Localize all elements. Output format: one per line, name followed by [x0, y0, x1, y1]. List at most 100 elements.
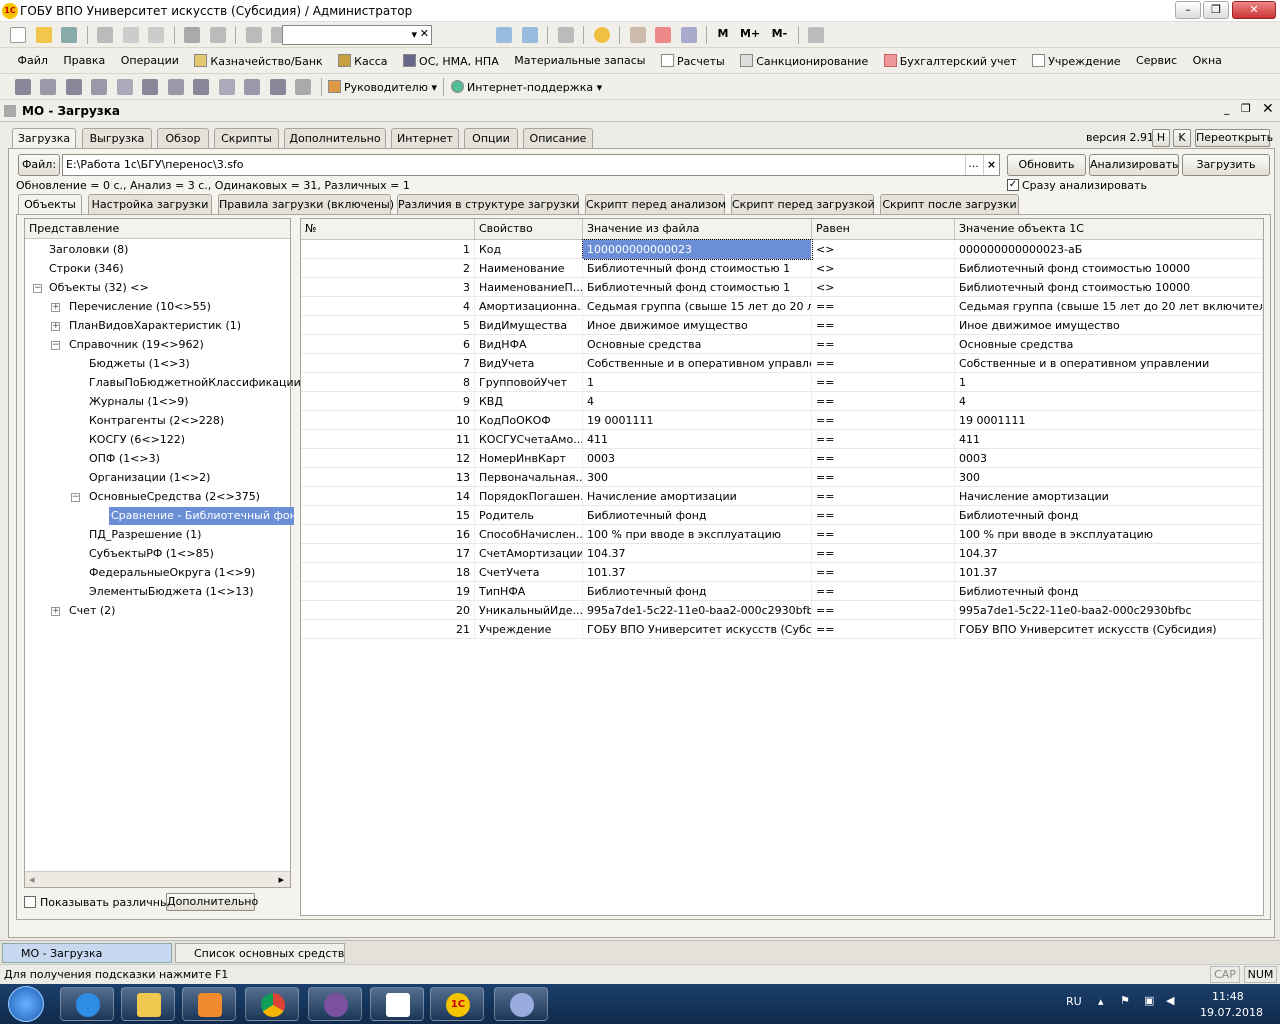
scroll-right-icon[interactable]: ▸ [278, 873, 284, 886]
tree-node[interactable]: СубъектыРФ (1<>85) [89, 545, 214, 563]
print-icon[interactable] [184, 27, 200, 43]
menu-file[interactable]: Файл [12, 48, 54, 67]
reopen-button[interactable]: Переоткрыть [1195, 129, 1273, 147]
table-row[interactable]: 15 Родитель Библиотечный фонд == Библиотечны… [301, 506, 1263, 525]
tab-overview[interactable]: Обзор [157, 128, 209, 148]
report-icon[interactable] [14, 79, 31, 95]
paste-icon[interactable] [148, 27, 164, 43]
taskbar-ie[interactable] [60, 987, 114, 1021]
subtab-objects[interactable]: Объекты [18, 194, 82, 216]
tree-node[interactable]: ГлавыПоБюджетнойКлассификации (1<> [89, 374, 334, 392]
support-menu[interactable]: Интернет-поддержка ▾ [450, 74, 602, 94]
tree-node[interactable]: ЭлементыБюджета (1<>13) [89, 583, 254, 601]
new-doc-icon[interactable] [10, 27, 26, 43]
find-prev-icon[interactable] [521, 27, 538, 43]
refresh-button[interactable]: Обновить [1007, 154, 1086, 176]
tree-node[interactable]: КОСГУ (6<>122) [89, 431, 185, 449]
maximize-button[interactable]: ❐ [1203, 1, 1229, 19]
table-row[interactable]: 5 ВидИмущества Иное движимое имущество == Ин… [301, 316, 1263, 335]
form-close-button[interactable]: ✕ [1262, 101, 1274, 117]
table-row[interactable]: 10 КодПоОКОФ 19 0001111 == 19 0001111 [301, 411, 1263, 430]
manager-menu[interactable]: Руководителю ▾ [328, 74, 437, 94]
properties-grid[interactable]: № Свойство Значение из файла Равен Значе… [300, 218, 1264, 916]
tab-additional[interactable]: Дополнительно [284, 128, 386, 148]
memory-subtract-button[interactable]: M- [772, 22, 788, 40]
collapse-icon[interactable]: − [71, 493, 80, 502]
tab-load[interactable]: Загрузка [12, 128, 76, 150]
menu-sanction[interactable]: Санкционирование [734, 48, 874, 68]
volume-icon[interactable]: ◀ [1166, 994, 1174, 1007]
col-number[interactable]: № [301, 219, 475, 240]
memory-button[interactable]: M [718, 22, 729, 40]
clock-time[interactable]: 11:48 [1212, 990, 1244, 1003]
calculator-icon[interactable] [629, 27, 646, 43]
expand-icon[interactable]: + [51, 607, 60, 616]
clear-file-button[interactable]: × [983, 155, 999, 175]
col-property[interactable]: Свойство [475, 219, 583, 240]
tree-node[interactable]: ПланВидовХарактеристик (1) [69, 317, 241, 335]
collapse-icon[interactable]: − [33, 284, 42, 293]
form-maximize-button[interactable]: ❐ [1241, 102, 1251, 115]
report-icon[interactable] [40, 79, 56, 95]
load-button[interactable]: Загрузить [1182, 154, 1270, 176]
expand-icon[interactable]: + [51, 303, 60, 312]
undo-icon[interactable] [245, 27, 262, 43]
clipboard-icon[interactable] [680, 27, 697, 43]
table-row[interactable]: 19 ТипНФА Библиотечный фонд == Библиотечный … [301, 582, 1263, 601]
report-icon[interactable] [142, 79, 158, 95]
tab-options[interactable]: Опции [464, 128, 518, 148]
search-input[interactable]: ▾ ✕ [282, 25, 432, 45]
table-row[interactable]: 13 Первоначальная... 300 == 300 [301, 468, 1263, 487]
clear-icon[interactable]: ✕ [420, 27, 429, 40]
tree-node[interactable]: Бюджеты (1<>3) [89, 355, 190, 373]
tab-internet[interactable]: Интернет [391, 128, 459, 148]
menu-settlements[interactable]: Расчеты [655, 48, 731, 68]
tree-node[interactable]: Организации (1<>2) [89, 469, 210, 487]
table-row[interactable]: 20 УникальныйИде... 995a7de1-5c22-11e0-baa… [301, 601, 1263, 620]
tab-export[interactable]: Выгрузка [82, 128, 152, 148]
report-icon[interactable] [244, 79, 260, 95]
menu-accounting[interactable]: Бухгалтерский учет [878, 48, 1023, 68]
tree-node[interactable]: Строки (346) [49, 260, 124, 278]
report-icon[interactable] [167, 79, 184, 95]
language-indicator[interactable]: RU [1066, 995, 1082, 1008]
tree-node[interactable]: ФедеральныеОкруга (1<>9) [89, 564, 255, 582]
tree-node[interactable]: Заголовки (8) [49, 241, 128, 259]
collapse-icon[interactable]: − [51, 341, 60, 350]
menu-institution[interactable]: Учреждение [1026, 48, 1126, 68]
table-row[interactable]: 7 ВидУчета Собственные и в оперативном упр… [301, 354, 1263, 373]
report-icon[interactable] [295, 79, 311, 95]
auto-analyze-checkbox[interactable]: ✓ [1007, 179, 1019, 191]
report-icon[interactable] [91, 79, 107, 95]
table-row[interactable]: 17 СчетАмортизации 104.37 == 104.37 [301, 544, 1263, 563]
col-equal[interactable]: Равен [812, 219, 955, 240]
file-label-button[interactable]: Файл: [18, 154, 60, 176]
h-button[interactable]: H [1152, 129, 1170, 147]
table-row[interactable]: 11 КОСГУСчетаАмо... 411 == 411 [301, 430, 1263, 449]
copy-icon[interactable] [122, 27, 139, 43]
menu-materials[interactable]: Материальные запасы [508, 48, 651, 67]
table-row[interactable]: 2 Наименование Библиотечный фонд стоимость… [301, 259, 1263, 278]
report-icon[interactable] [218, 79, 235, 95]
tree-node[interactable]: ОПФ (1<>3) [89, 450, 160, 468]
window-tab-load[interactable]: МО - Загрузка [2, 943, 172, 963]
scroll-left-icon[interactable]: ◂ [29, 873, 35, 886]
windows-icon[interactable] [557, 27, 574, 43]
taskbar-chrome[interactable] [245, 987, 299, 1021]
menu-fixed-assets[interactable]: ОС, НМА, НПА [397, 48, 505, 68]
table-row[interactable]: 18 СчетУчета 101.37 == 101.37 [301, 563, 1263, 582]
info-icon[interactable] [593, 27, 610, 43]
subtab-load-rules[interactable]: Правила загрузки (включены) [218, 194, 394, 214]
save-icon[interactable] [61, 27, 77, 43]
show-diff-checkbox[interactable] [24, 896, 36, 908]
subtab-script-after-load[interactable]: Скрипт после загрузки [880, 194, 1019, 214]
tree-node[interactable]: ОсновныеСредства (2<>375) [89, 488, 260, 506]
tree-node[interactable]: Объекты (32) <> [49, 279, 149, 297]
cut-icon[interactable] [97, 27, 113, 43]
tree-node-selected[interactable]: Сравнение - Библиотечный фонд сто [109, 507, 294, 525]
settings-icon[interactable] [808, 27, 825, 43]
browse-button[interactable]: ... [965, 155, 981, 175]
table-row[interactable]: 12 НомерИнвКарт 0003 == 0003 [301, 449, 1263, 468]
tab-scripts[interactable]: Скрипты [214, 128, 279, 148]
analyze-button[interactable]: Анализировать [1089, 154, 1179, 176]
